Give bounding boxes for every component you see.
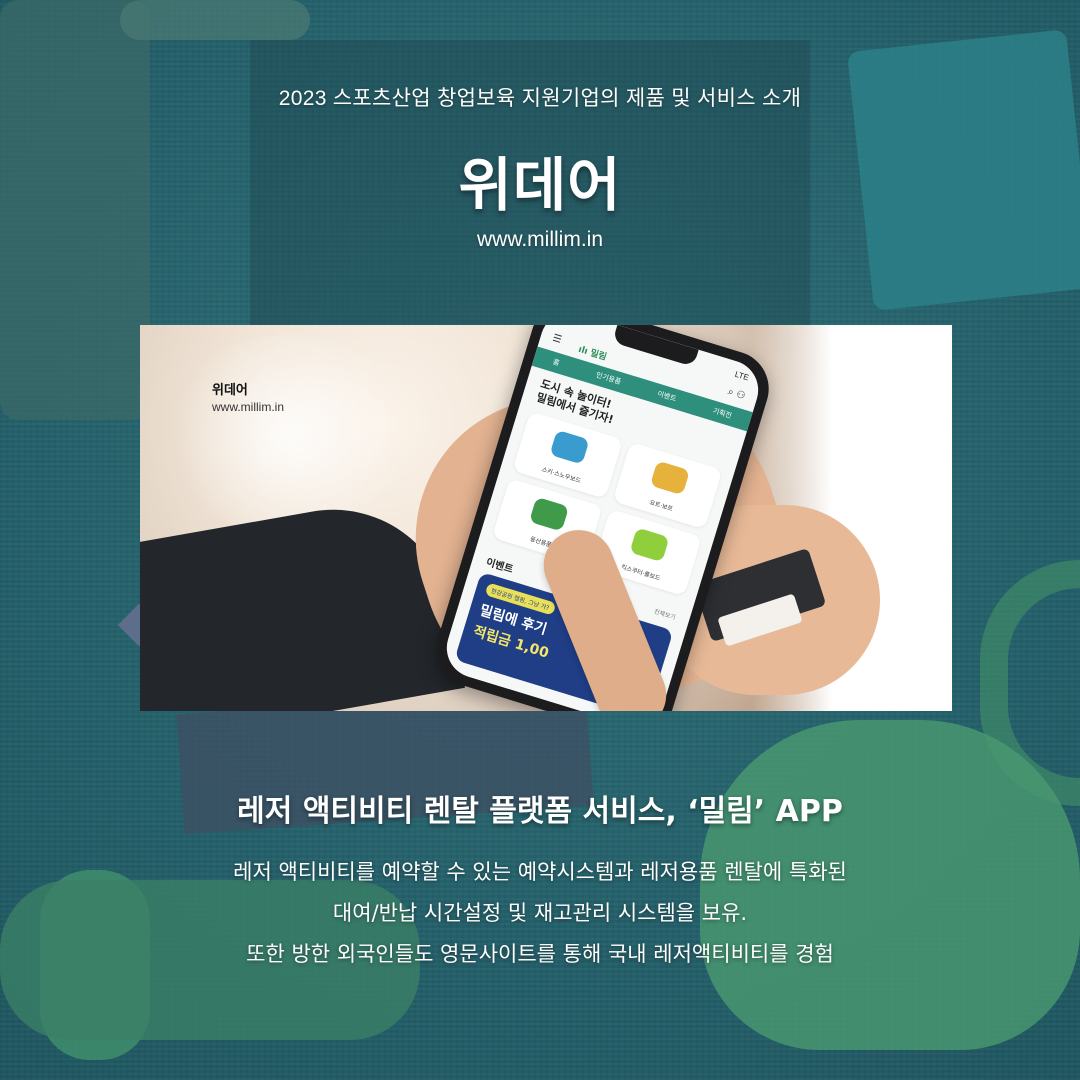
boat-icon [649,460,690,496]
search-icon[interactable]: ⌕ ⚇ [726,386,746,402]
events-heading: 이벤트 [484,557,515,576]
event-subtitle: 2023 스포츠산업 창업보육 지원기업의 제품 및 서비스 소개 [278,87,802,110]
tab-home[interactable]: 홈 [552,357,561,368]
company-url: www.millim.in [477,228,603,251]
tab-popular[interactable]: 인기용품 [595,370,623,387]
service-description-line: 또한 방한 외국인들도 영문사이트를 통해 국내 레저액티비티를 경험 [246,942,834,966]
product-photo: LTE ☰ ılı 밀림 ⌕ ⚇ 홈 인기용품 이벤트 기획전 도시 속 놀이터… [140,325,952,711]
scooter-icon [629,527,670,563]
service-description-line: 대여/반납 시간설정 및 재고관리 시스템을 보유. [332,901,748,925]
menu-icon[interactable]: ☰ [551,333,563,346]
tab-events[interactable]: 이벤트 [656,389,677,404]
service-description-line: 레저 액티비티를 예약할 수 있는 예약시스템과 레저용품 렌탈에 특화된 [233,860,847,884]
company-name: 위데어 [458,153,622,218]
photo-overlay-company: 위데어 [212,382,248,397]
hiking-boot-icon [529,496,570,532]
tab-special[interactable]: 기획전 [711,406,733,421]
events-more-link[interactable]: 전체보기 [653,606,677,621]
light-glow [160,335,420,535]
status-indicator: LTE [733,369,750,383]
ski-icon [549,429,590,465]
photo-overlay-url: www.millim.in [212,400,284,414]
service-title: 레저 액티비티 렌탈 플랫폼 서비스, ‘밀림’ APP [237,794,843,829]
dumbbell-handle-decoration [120,0,310,40]
